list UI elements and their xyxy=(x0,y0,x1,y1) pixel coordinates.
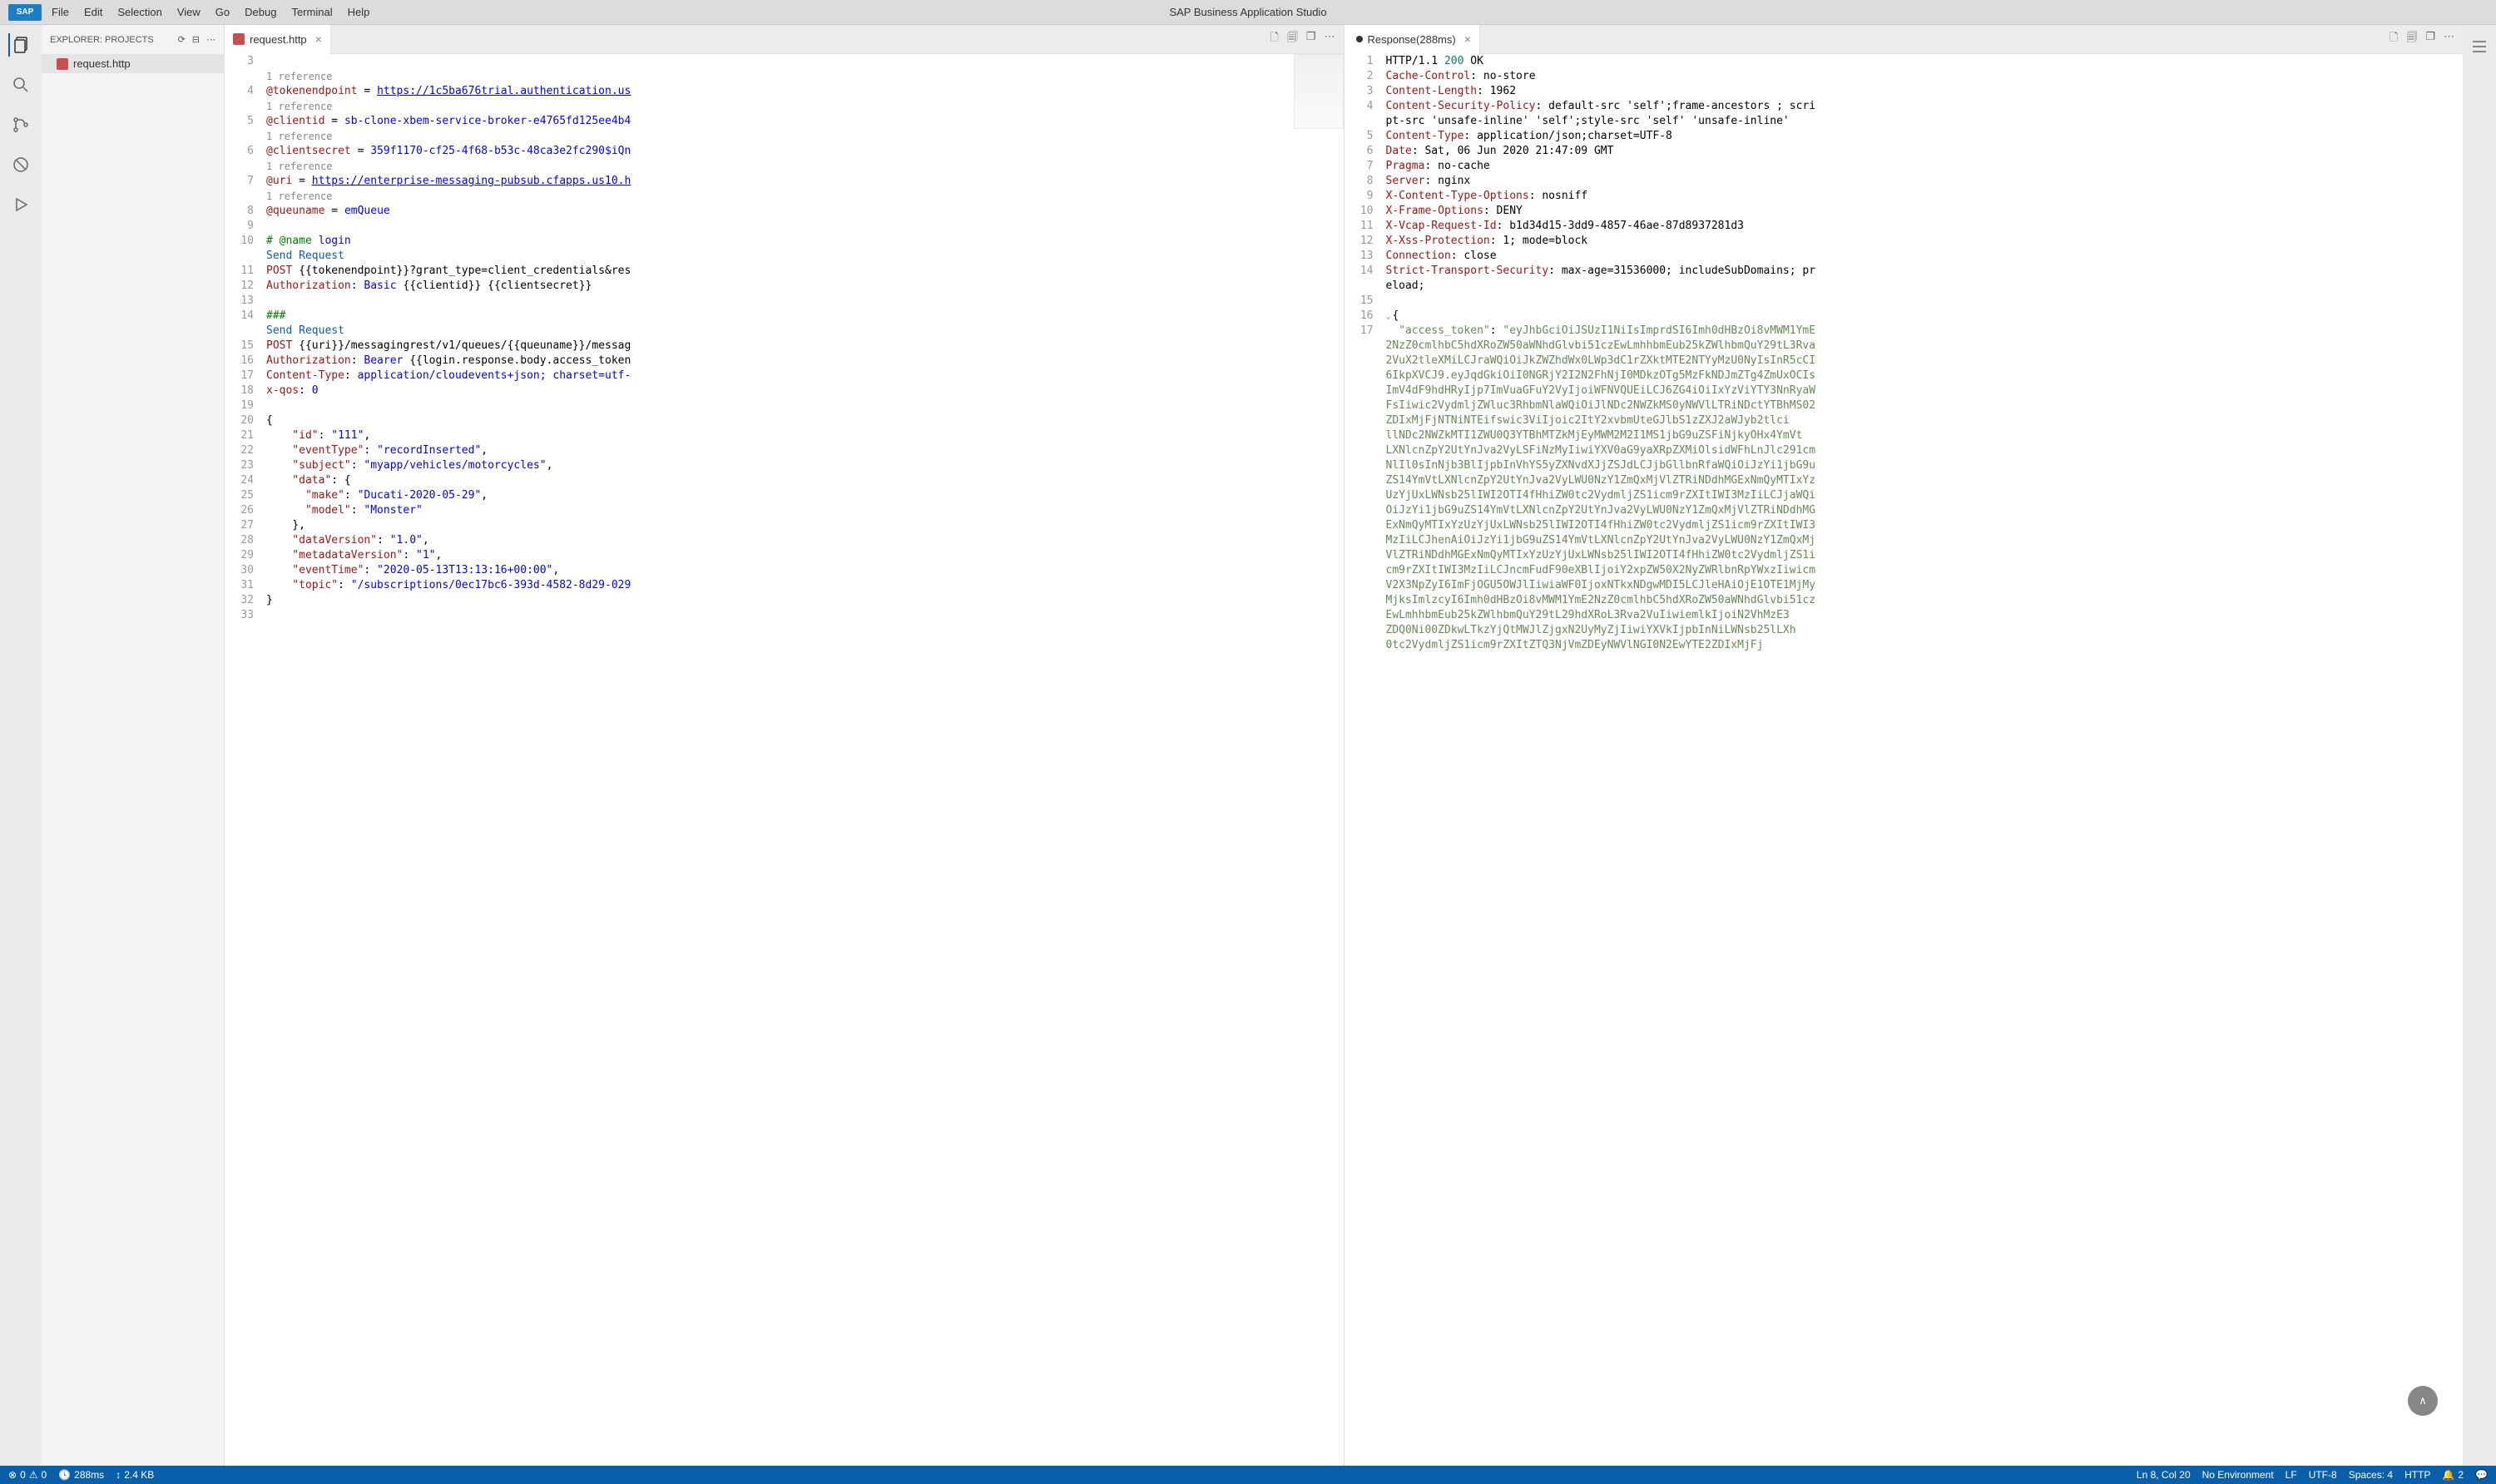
search-icon[interactable] xyxy=(9,73,32,96)
scroll-top-button[interactable]: ∧ xyxy=(2408,1386,2438,1416)
status-bar: ⊗ 0 ⚠ 0 🕓 288ms ↕ 2.4 KB Ln 8, Col 20 No… xyxy=(0,1466,2496,1484)
split-icon[interactable]: ❐ xyxy=(1306,30,1316,48)
more-icon[interactable]: ⋯ xyxy=(206,34,215,45)
run-icon[interactable] xyxy=(9,193,32,216)
file-item-request[interactable]: request.http xyxy=(42,54,224,73)
editor-left: request.http × 🗋 🗐 ❐ ⋯ 34567891011121314… xyxy=(225,25,1344,1466)
app-title: SAP Business Application Studio xyxy=(1169,6,1326,18)
tab-label: Response(288ms) xyxy=(1368,33,1456,46)
status-spaces[interactable]: Spaces: 4 xyxy=(2349,1469,2393,1481)
tab-label: request.http xyxy=(250,33,307,46)
status-feedback-icon[interactable]: 💬 xyxy=(2475,1469,2488,1481)
file-name: request.http xyxy=(73,57,131,70)
menu-selection[interactable]: Selection xyxy=(117,6,161,18)
refresh-icon[interactable]: ⟳ xyxy=(178,34,186,45)
activity-bar xyxy=(0,25,42,1466)
minimap[interactable] xyxy=(1294,54,1344,129)
menu-go[interactable]: Go xyxy=(215,6,230,18)
close-icon[interactable]: × xyxy=(1464,32,1471,46)
status-size[interactable]: ↕ 2.4 KB xyxy=(116,1469,154,1481)
more-icon[interactable]: ⋯ xyxy=(2444,30,2454,48)
debug-icon[interactable] xyxy=(9,153,32,176)
titlebar: SAP File Edit Selection View Go Debug Te… xyxy=(0,0,2496,25)
tab-response[interactable]: Response(288ms) × xyxy=(1345,25,1480,54)
outline-icon[interactable] xyxy=(2468,35,2491,58)
save-icon[interactable]: 🗋 xyxy=(1270,30,1278,48)
menu-file[interactable]: File xyxy=(52,6,69,18)
status-eol[interactable]: LF xyxy=(2286,1469,2297,1481)
save-icon[interactable]: 🗋 xyxy=(2390,30,2398,48)
close-icon[interactable]: × xyxy=(315,32,322,46)
collapse-icon[interactable]: ⊟ xyxy=(192,34,200,45)
more-icon[interactable]: ⋯ xyxy=(1325,30,1335,48)
menu-terminal[interactable]: Terminal xyxy=(291,6,332,18)
status-notifications[interactable]: 🔔 2 xyxy=(2442,1469,2464,1481)
save-all-icon[interactable]: 🗐 xyxy=(1287,30,1298,48)
explorer-icon[interactable] xyxy=(8,33,32,57)
modified-dot-icon xyxy=(1356,36,1363,42)
save-all-icon[interactable]: 🗐 xyxy=(2406,30,2417,48)
editor-right: Response(288ms) × 🗋 🗐 ❐ ⋯ 12345678910111… xyxy=(1344,25,2464,1466)
code-editor-left[interactable]: 3456789101112131415161718192021222324252… xyxy=(225,54,1344,1466)
tab-request[interactable]: request.http × xyxy=(225,25,331,54)
status-env[interactable]: No Environment xyxy=(2202,1469,2274,1481)
source-control-icon[interactable] xyxy=(9,113,32,136)
menu-help[interactable]: Help xyxy=(348,6,370,18)
menu-view[interactable]: View xyxy=(177,6,201,18)
status-encoding[interactable]: UTF-8 xyxy=(2309,1469,2337,1481)
code-editor-right[interactable]: 1234567891011121314151617 HTTP/1.1 200 O… xyxy=(1345,54,2464,1466)
split-icon[interactable]: ❐ xyxy=(2425,30,2435,48)
http-file-icon xyxy=(233,33,245,45)
menu-edit[interactable]: Edit xyxy=(84,6,102,18)
status-lang[interactable]: HTTP xyxy=(2404,1469,2430,1481)
right-rail xyxy=(2463,25,2496,1466)
explorer-title: EXPLORER: PROJECTS xyxy=(50,35,154,45)
sap-logo: SAP xyxy=(8,4,42,21)
status-problems[interactable]: ⊗ 0 ⚠ 0 xyxy=(8,1469,47,1481)
explorer-sidebar: EXPLORER: PROJECTS ⟳ ⊟ ⋯ request.http xyxy=(42,25,225,1466)
http-file-icon xyxy=(57,58,68,70)
status-time[interactable]: 🕓 288ms xyxy=(58,1469,104,1481)
status-position[interactable]: Ln 8, Col 20 xyxy=(2137,1469,2191,1481)
menu-debug[interactable]: Debug xyxy=(245,6,276,18)
